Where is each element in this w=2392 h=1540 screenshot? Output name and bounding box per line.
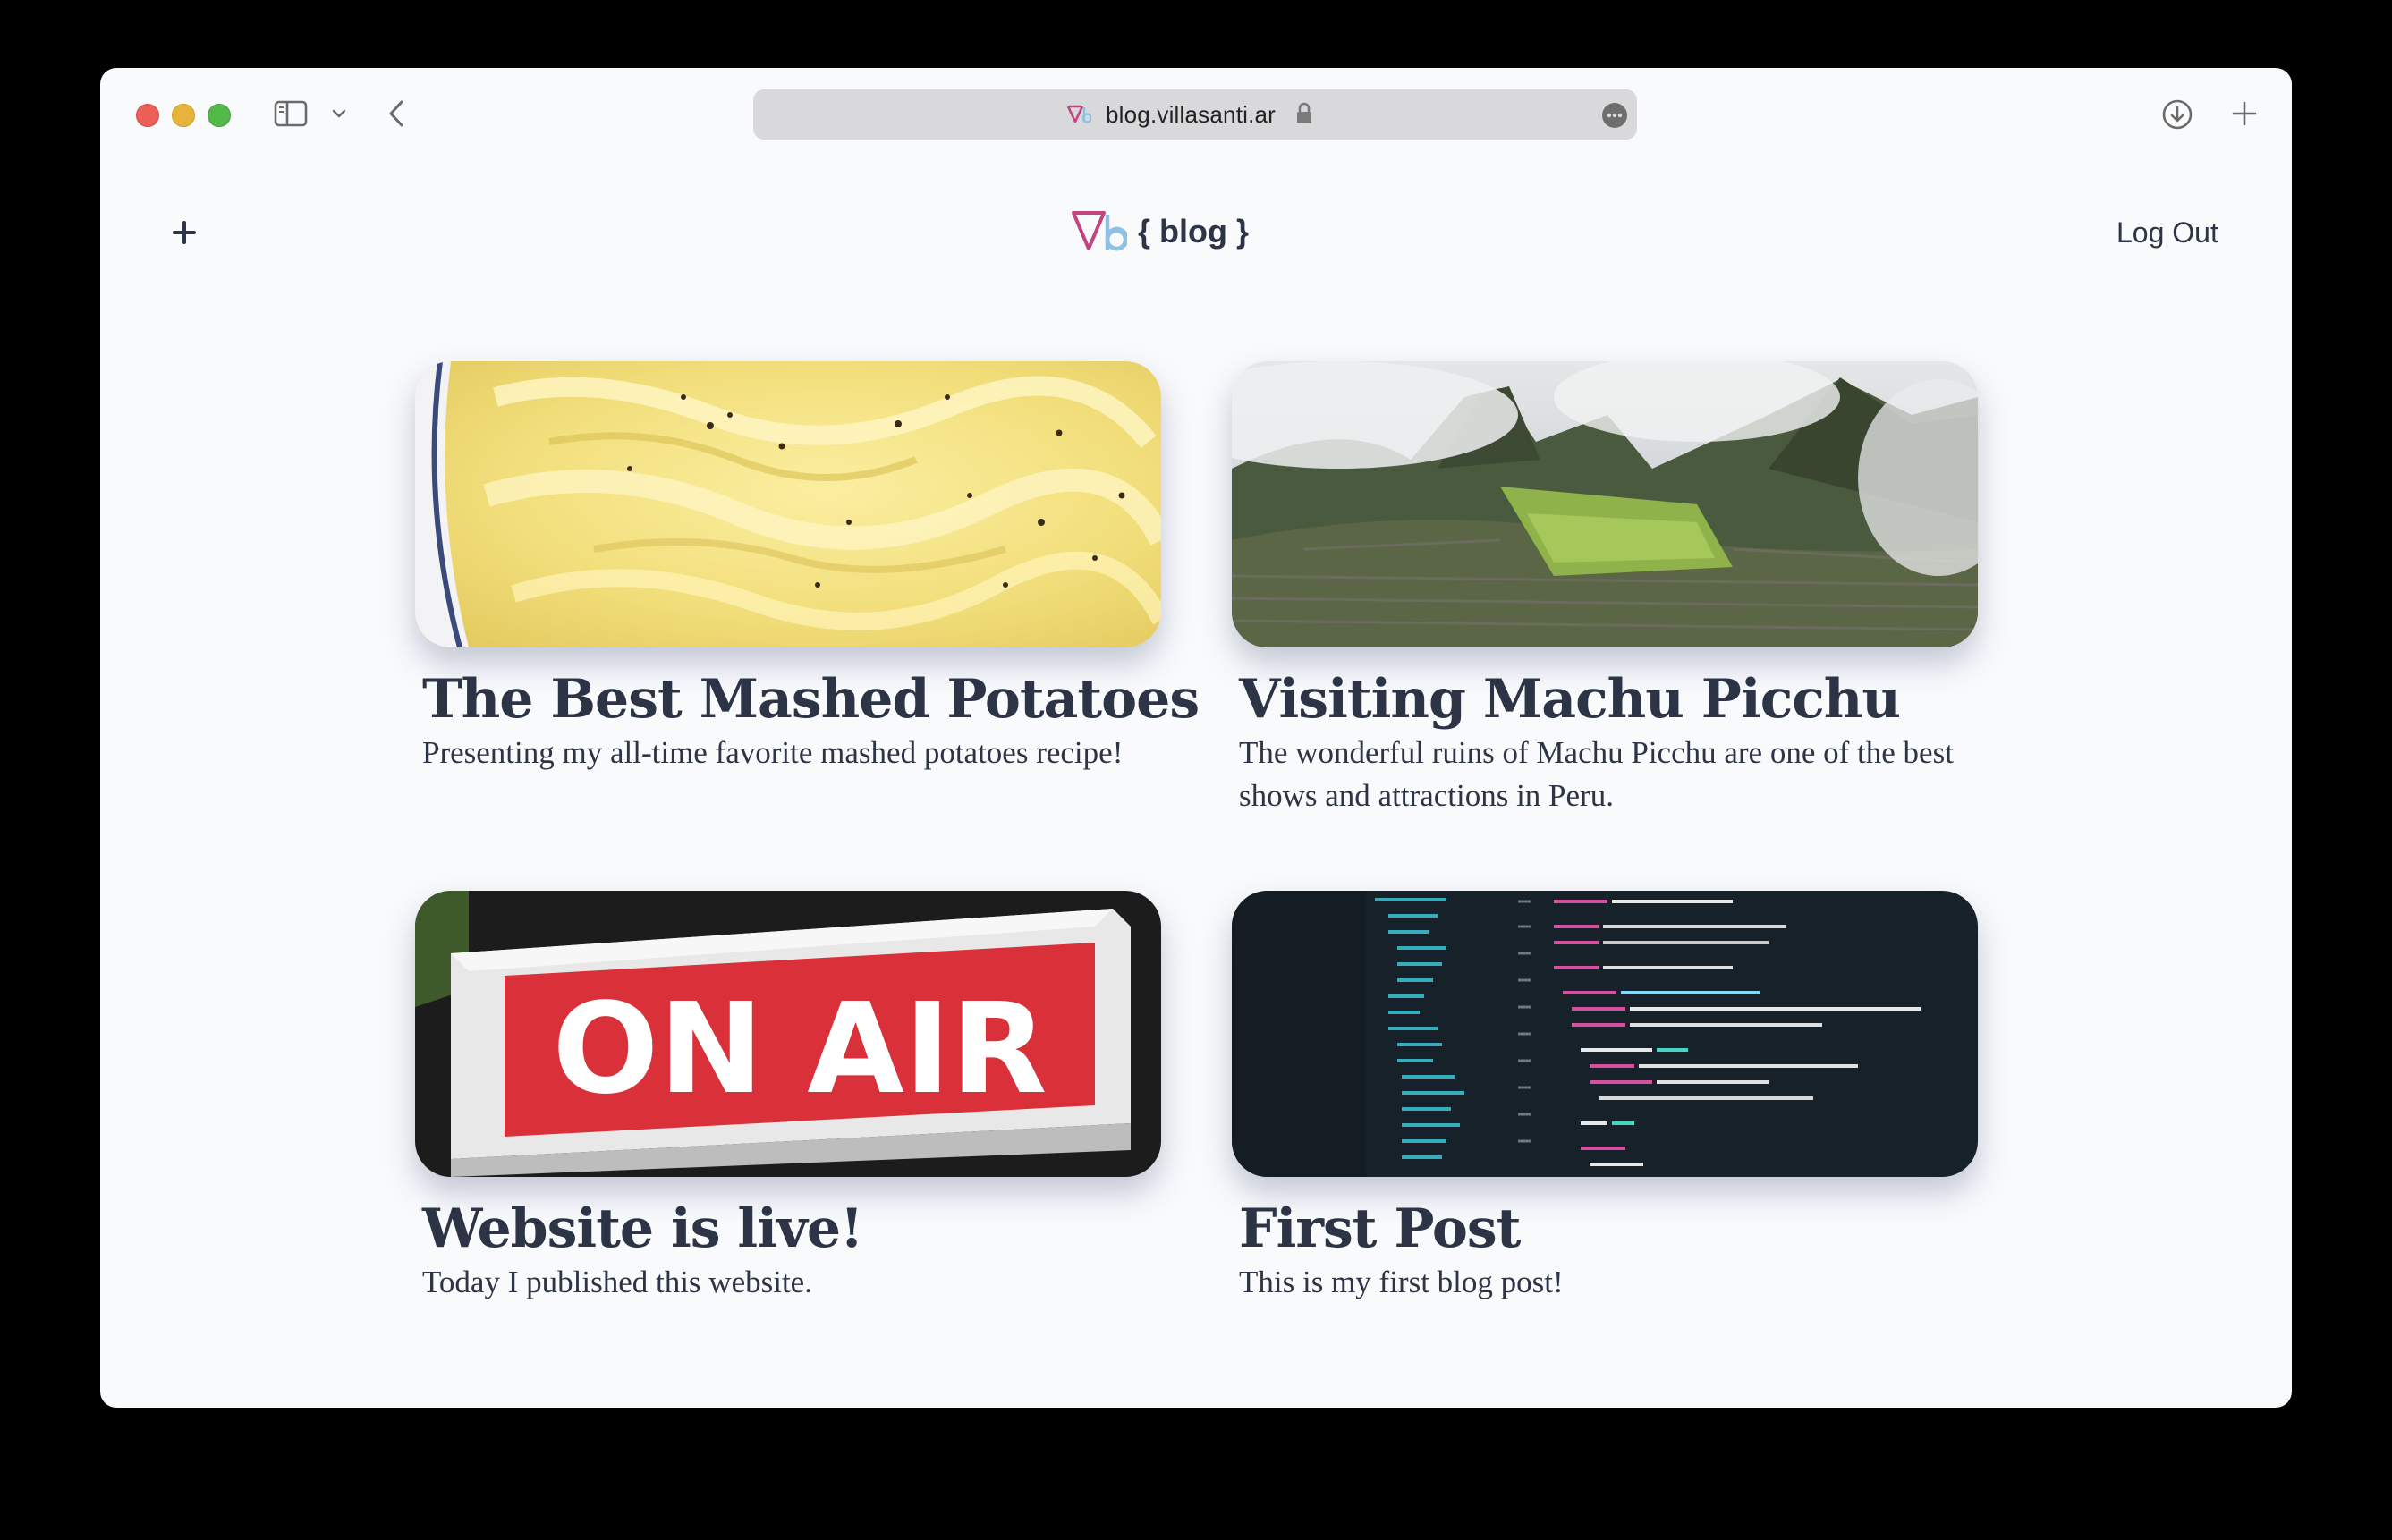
post-title[interactable]: Visiting Machu Picchu: [1239, 669, 1978, 730]
site-logo[interactable]: { blog }: [1070, 209, 1249, 254]
post-card[interactable]: Visiting Machu Picchu The wonderful ruin…: [1232, 361, 1978, 817]
site-favicon-icon: [1066, 104, 1093, 125]
post-card[interactable]: ON AIR Website is live! Today I publishe…: [415, 891, 1161, 1304]
new-tab-plus-icon[interactable]: [2231, 100, 2258, 127]
post-description: The wonderful ruins of Machu Picchu are …: [1239, 735, 1954, 813]
post-card[interactable]: First Post This is my first blog post!: [1232, 891, 1978, 1304]
post-title[interactable]: First Post: [1239, 1198, 1978, 1259]
on-air-sign-image[interactable]: ON AIR: [415, 891, 1161, 1177]
chevron-down-icon[interactable]: [329, 104, 349, 123]
code-editor-image[interactable]: [1232, 891, 1978, 1177]
address-bar[interactable]: blog.villasanti.ar: [753, 89, 1637, 140]
logo-mark-icon: [1072, 211, 1127, 251]
close-window-button[interactable]: [136, 104, 159, 127]
back-arrow-icon[interactable]: [385, 98, 408, 129]
browser-window: blog.villasanti.ar {blog} Log Out The …: [100, 68, 2292, 1408]
post-description: Today I published this website.: [422, 1265, 812, 1299]
browser-toolbar: blog.villasanti.ar: [100, 68, 2292, 161]
post-card[interactable]: The Best Mashed Potatoes Presenting my a…: [415, 361, 1200, 774]
url-text: blog.villasanti.ar: [1106, 101, 1277, 128]
log-out-link[interactable]: Log Out: [2116, 216, 2218, 250]
machu-picchu-image[interactable]: [1232, 361, 1978, 647]
post-description: Presenting my all-time favorite mashed p…: [422, 735, 1124, 770]
post-description: This is my first blog post!: [1239, 1265, 1564, 1299]
logo-text: { blog }: [1138, 213, 1249, 250]
page-menu-icon[interactable]: [1601, 102, 1628, 129]
mashed-potatoes-image[interactable]: [415, 361, 1161, 647]
zoom-window-button[interactable]: [208, 104, 231, 127]
download-icon[interactable]: [2161, 98, 2193, 131]
add-post-plus-icon[interactable]: [172, 220, 197, 245]
sidebar-toggle-icon[interactable]: [274, 100, 308, 127]
on-air-sign-text: ON AIR: [552, 977, 1047, 1122]
post-title[interactable]: Website is live!: [422, 1198, 1161, 1259]
post-title[interactable]: The Best Mashed Potatoes: [422, 669, 1200, 730]
lock-icon: [1295, 102, 1313, 125]
minimize-window-button[interactable]: [172, 104, 195, 127]
